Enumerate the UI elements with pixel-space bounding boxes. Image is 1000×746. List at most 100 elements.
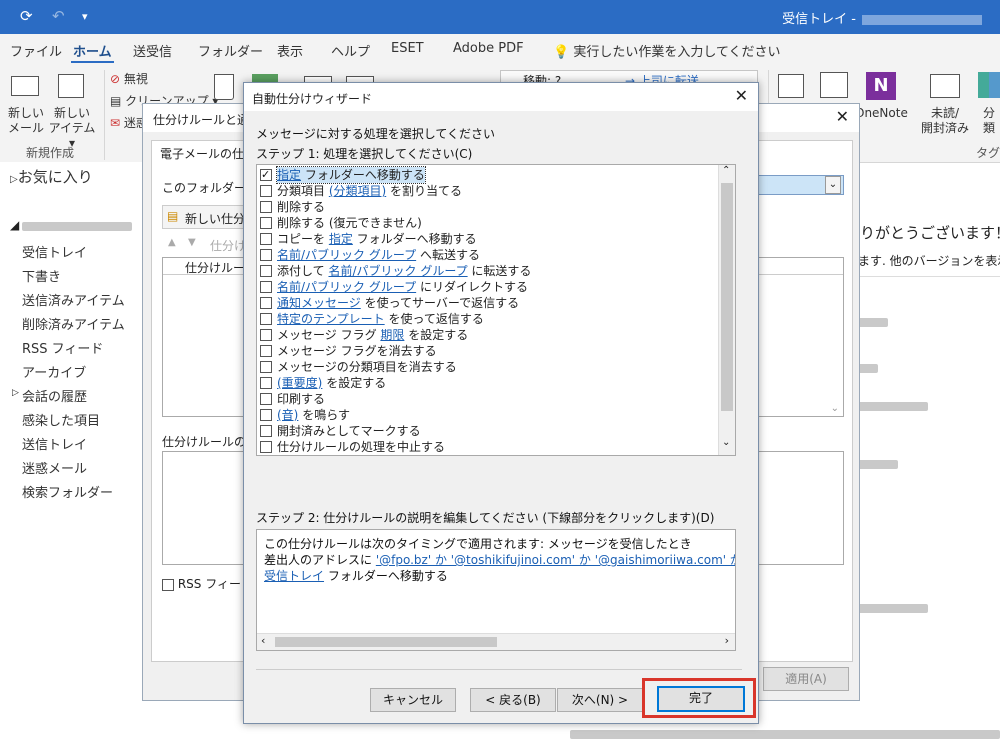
action-checkbox[interactable] [260, 361, 272, 373]
chevron-right-icon[interactable]: ▷ [12, 388, 19, 398]
tab-adobe-pdf[interactable]: Adobe PDF [453, 41, 524, 56]
nav-conversation-history[interactable]: 会話の履歴 [22, 386, 87, 405]
action-link[interactable]: 指定 [277, 168, 301, 182]
new-rule-button[interactable]: ▤ 新しい仕分 [162, 205, 254, 229]
action-checkbox[interactable] [260, 345, 272, 357]
rule-description-editor[interactable]: この仕分けルールは次のタイミングで適用されます: メッセージを受信したとき 差出… [256, 529, 736, 651]
action-link[interactable]: 期限 [380, 328, 404, 342]
nav-search-folders[interactable]: 検索フォルダー [22, 482, 113, 501]
mail-icon [11, 76, 39, 96]
sender-address-link[interactable]: '@fpo.bz' か '@toshikifujinoi.com' か '@ga… [376, 553, 735, 567]
action-checkbox[interactable] [260, 297, 272, 309]
onenote-icon[interactable]: N [866, 72, 896, 100]
apply-button[interactable]: 適用(A) [763, 667, 849, 691]
scroll-thumb[interactable] [721, 183, 733, 411]
desc-hscrollbar[interactable]: ‹ › [257, 633, 735, 650]
rules-icon[interactable] [820, 72, 848, 98]
sync-icon[interactable]: ⟳ [20, 7, 33, 25]
nav-archive[interactable]: アーカイブ [22, 362, 86, 381]
nav-sent-items[interactable]: 送信済みアイテム [22, 290, 125, 309]
action-link[interactable]: (分類項目) [329, 184, 386, 198]
move-down-icon[interactable]: ▼ [188, 237, 196, 248]
tab-home[interactable]: ホーム [71, 41, 114, 63]
tab-view[interactable]: 表示 [277, 41, 303, 60]
action-checkbox[interactable] [260, 329, 272, 341]
h-scroll-thumb[interactable] [275, 637, 497, 647]
chevron-right-icon: ▷ [10, 174, 18, 185]
nav-drafts[interactable]: 下書き [22, 266, 61, 285]
action-link[interactable]: 名前/パブリック グループ [277, 248, 416, 262]
nav-junk[interactable]: 迷惑メール [22, 458, 87, 477]
action-checkbox[interactable] [260, 377, 272, 389]
action-checkbox[interactable] [260, 167, 272, 183]
tab-file[interactable]: ファイル [10, 41, 62, 60]
action-link[interactable]: 名前/パブリック グループ [328, 264, 467, 278]
action-checkbox[interactable] [260, 249, 272, 261]
tab-send-receive[interactable]: 送受信 [133, 41, 172, 60]
nav-deleted-items[interactable]: 削除済みアイテム [22, 314, 125, 333]
categorize-button[interactable]: 分類 [978, 106, 1000, 136]
new-mail-button[interactable]: 新しい メール [6, 106, 46, 136]
tab-help[interactable]: ヘルプ [331, 41, 370, 60]
next-button[interactable]: 次へ(N) > [557, 688, 643, 712]
action-label: 開封済みとしてマークする [277, 424, 421, 438]
scroll-down-icon[interactable]: ⌄ [722, 437, 730, 448]
close-icon[interactable]: ✕ [735, 86, 748, 105]
close-icon[interactable]: ✕ [836, 107, 849, 126]
action-link[interactable]: 名前/パブリック グループ [277, 280, 416, 294]
unread-read-button[interactable]: 未読/開封済み [916, 106, 974, 136]
undo-icon[interactable]: ↶ [52, 7, 65, 25]
chevron-down-icon[interactable]: ◢ [10, 218, 19, 232]
run-rules-label[interactable]: 仕分け [210, 237, 246, 254]
scroll-right-icon[interactable]: › [725, 634, 729, 647]
favorites-header[interactable]: ▷お気に入り [10, 166, 93, 187]
nav-outbox[interactable]: 送信トレイ [22, 434, 87, 453]
tab-eset[interactable]: ESET [391, 41, 424, 56]
new-rule-label: 新しい仕分 [185, 212, 246, 226]
action-checkbox[interactable] [260, 393, 272, 405]
tab-email-rules[interactable]: 電子メールの仕分 [160, 145, 256, 162]
quick-access-dropdown-icon[interactable]: ▾ [82, 10, 88, 23]
move-icon[interactable] [778, 74, 804, 98]
cancel-button[interactable]: キャンセル [370, 688, 456, 712]
desc-line-action: 受信トレイ フォルダーへ移動する [264, 569, 448, 583]
checkbox-icon [162, 578, 174, 591]
scroll-left-icon[interactable]: ‹ [261, 634, 265, 647]
scroll-up-icon[interactable]: ⌃ [722, 165, 730, 176]
action-checkbox[interactable] [260, 201, 272, 213]
new-rule-icon: ▤ [167, 209, 179, 223]
inbox-folder-link[interactable]: 受信トレイ [264, 569, 324, 583]
action-checkbox[interactable] [260, 233, 272, 245]
delete-icon[interactable] [214, 74, 234, 100]
move-up-icon[interactable]: ▲ [168, 237, 176, 248]
action-checkbox[interactable] [260, 409, 272, 421]
action-label: 削除する [277, 200, 326, 214]
blurred-text [858, 460, 898, 469]
categorize-icon[interactable] [978, 72, 1000, 98]
actions-scrollbar[interactable]: ⌃ ⌄ [718, 165, 735, 455]
action-checkbox[interactable] [260, 217, 272, 229]
action-link[interactable]: (音) [277, 408, 298, 422]
action-checkbox[interactable] [260, 441, 272, 453]
nav-infected-items[interactable]: 感染した項目 [22, 410, 100, 429]
action-link[interactable]: (重要度) [277, 376, 322, 390]
action-label: 名前/パブリック グループ へ転送する [277, 248, 480, 262]
ignore-button[interactable]: ⊘ 無視 [110, 72, 148, 87]
action-link[interactable]: 指定 [329, 232, 353, 246]
action-checkbox[interactable] [260, 185, 272, 197]
tell-me-search[interactable]: 💡 実行したい作業を入力してください [553, 41, 781, 60]
onenote-button[interactable]: OneNote [855, 106, 908, 121]
blurred-text [858, 318, 888, 327]
actions-list[interactable]: 指定 フォルダーへ移動する分類項目 (分類項目) を割り当てる削除する削除する … [256, 164, 736, 456]
action-checkbox[interactable] [260, 313, 272, 325]
nav-rss-feeds[interactable]: RSS フィード [22, 338, 103, 357]
scroll-down-icon[interactable]: ⌄ [831, 403, 839, 414]
action-link[interactable]: 特定のテンプレート [277, 312, 385, 326]
action-checkbox[interactable] [260, 265, 272, 277]
nav-inbox[interactable]: 受信トレイ [22, 242, 87, 261]
tab-folder[interactable]: フォルダー [198, 41, 263, 60]
action-checkbox[interactable] [260, 425, 272, 437]
action-link[interactable]: 通知メッセージ [277, 296, 361, 310]
back-button[interactable]: < 戻る(B) [470, 688, 556, 712]
action-checkbox[interactable] [260, 281, 272, 293]
